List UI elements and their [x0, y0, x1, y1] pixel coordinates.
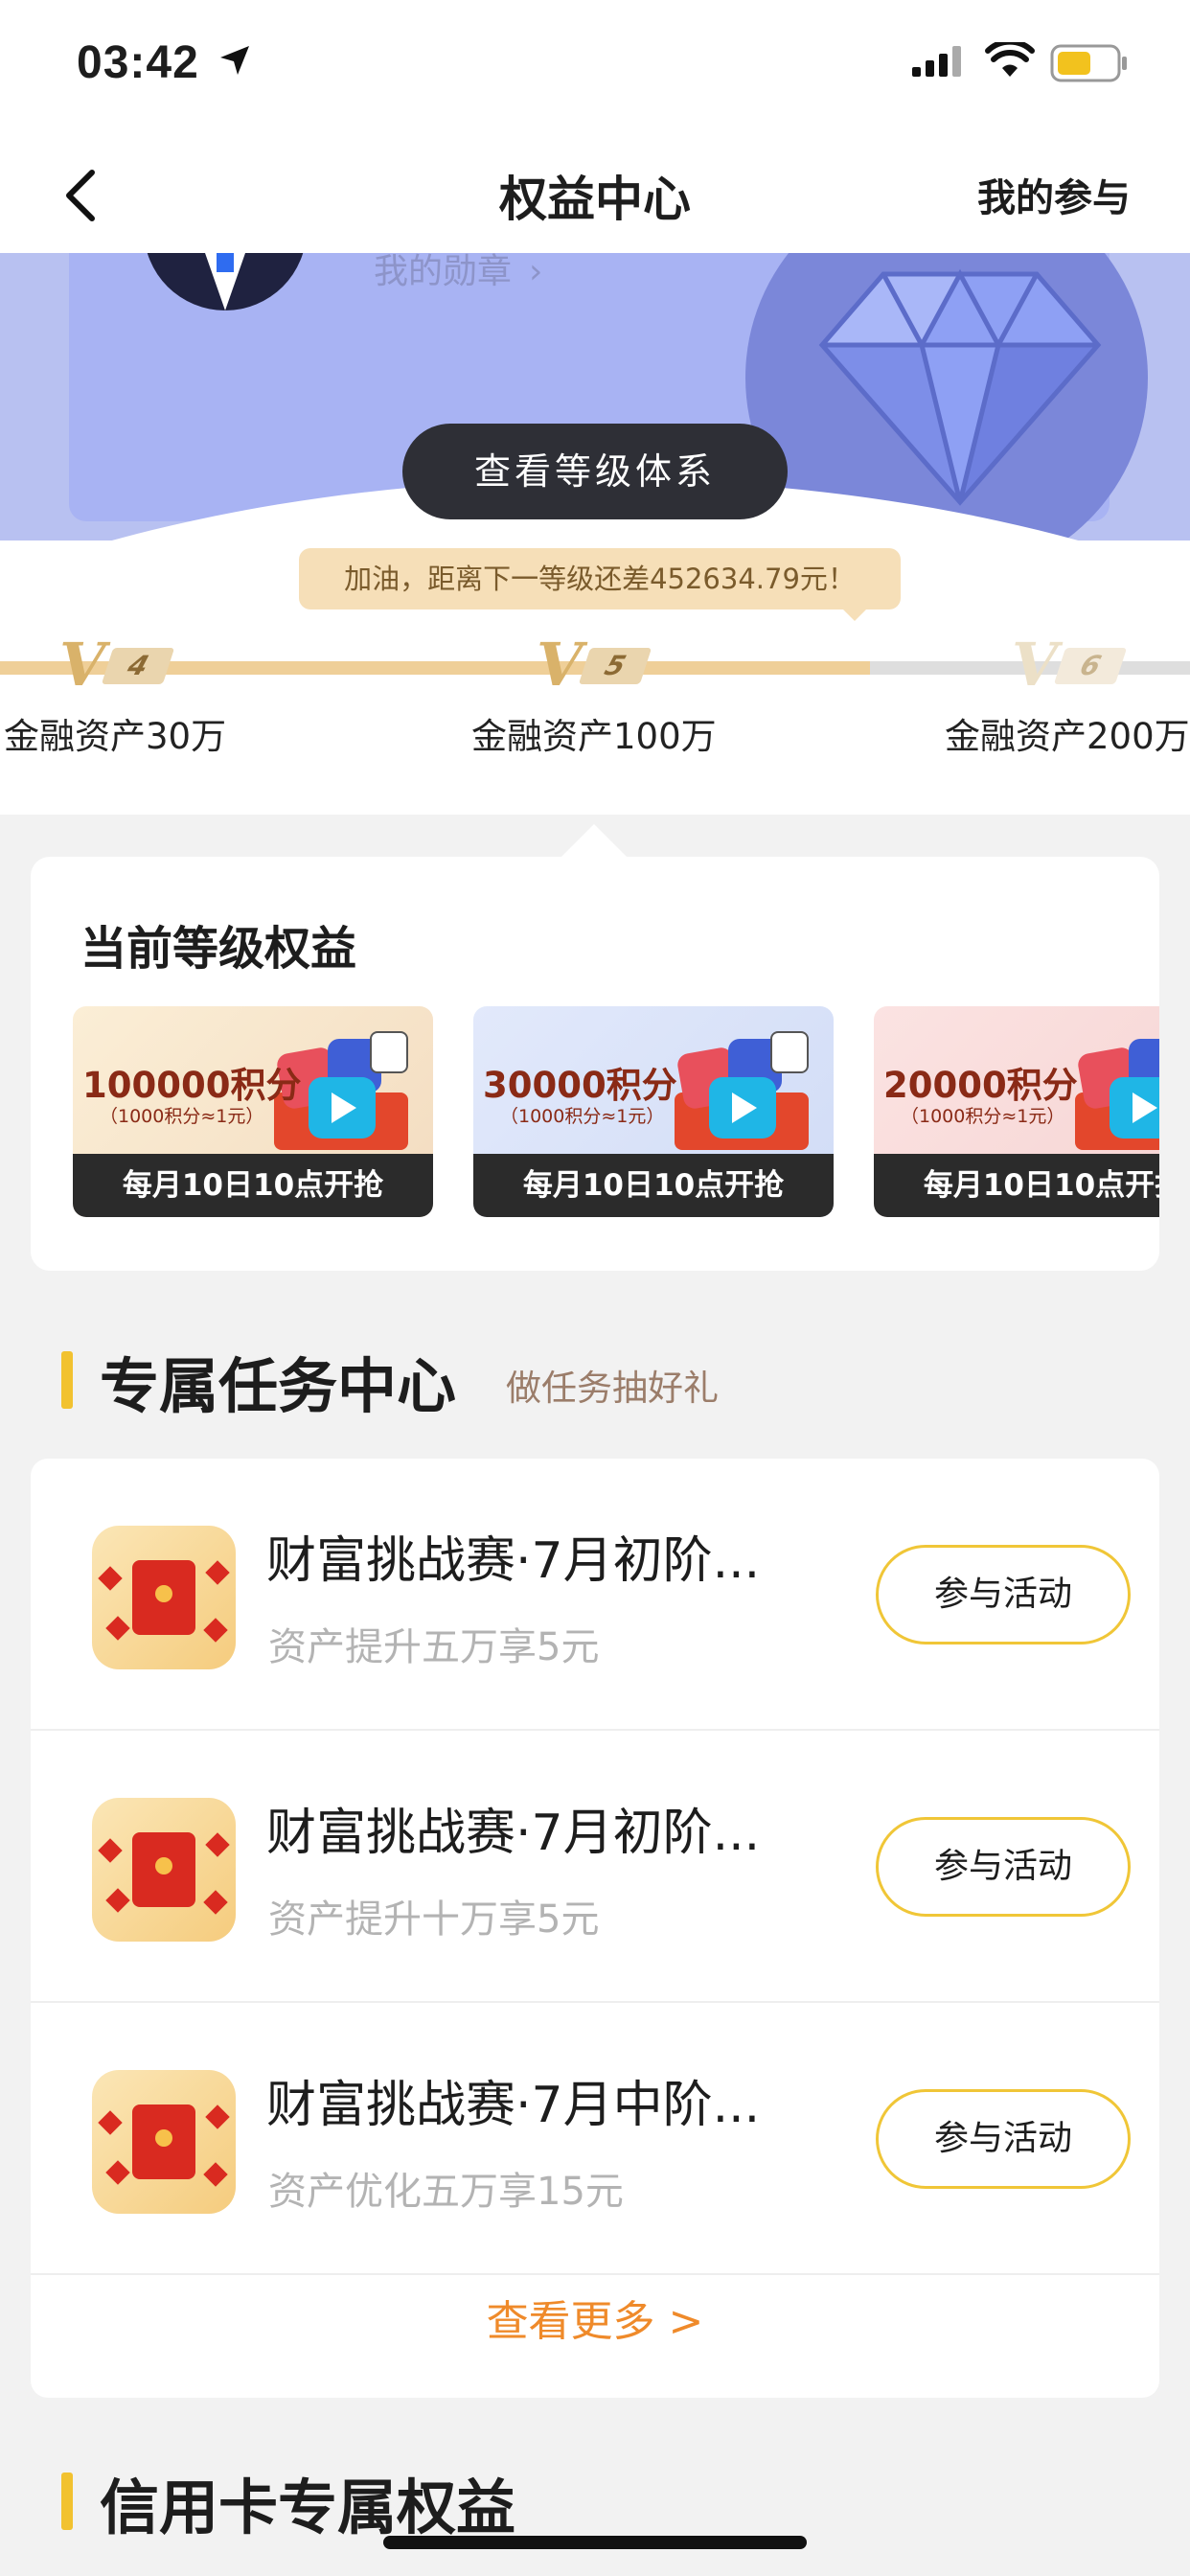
section-accent-bar [61, 1351, 73, 1409]
coupon-footer: 每月10日10点开抢 [874, 1154, 1159, 1217]
task-item[interactable]: 财富挑战赛·7月初阶... 资产提升十万享5元 参与活动 [31, 1731, 1159, 2003]
section-title: 当前等级权益 [80, 922, 357, 976]
task-desc: 资产提升十万享5元 [268, 1898, 600, 1942]
coupon-footer: 每月10日10点开抢 [473, 1154, 834, 1217]
cellular-signal-icon [912, 46, 961, 77]
section-subtitle: 做任务抽好礼 [506, 1368, 719, 1409]
section-accent-bar [61, 2472, 73, 2530]
progress-tip: 加油，距离下一等级还差452634.79元！ [299, 548, 901, 610]
home-indicator[interactable] [383, 2536, 807, 2549]
my-medal-link[interactable]: 我的勋章 › [374, 253, 542, 293]
coupon-rate: （1000积分≈1元） [500, 1106, 665, 1127]
view-level-system-button[interactable]: 查看等级体系 [402, 424, 788, 519]
points-coupon[interactable]: 30000积分 （1000积分≈1元） 每月10日10点开抢 [473, 1006, 834, 1217]
coupon-points: 30000积分 [483, 1065, 677, 1106]
level-hero: 我的勋章 › 查看等级体系 加油，距离下一等级还差452634.79元！ V4 V… [0, 253, 1190, 815]
level-badge-v6: V6 [1012, 632, 1128, 698]
section-pointer [560, 824, 629, 859]
task-desc: 资产提升五万享5元 [268, 1625, 600, 1669]
gift-bag-icon [1075, 1025, 1159, 1150]
red-envelope-icon [92, 1526, 236, 1669]
task-list: 财富挑战赛·7月初阶... 资产提升五万享5元 参与活动 财富挑战赛·7月初阶.… [31, 1459, 1159, 2398]
my-participation-link[interactable]: 我的参与 [977, 167, 1131, 222]
level-label: 金融资产200万 [945, 716, 1190, 757]
view-more-link[interactable]: 查看更多 > [31, 2287, 1159, 2348]
join-activity-button[interactable]: 参与活动 [876, 1817, 1131, 1917]
section-title: 信用卡专属权益 [100, 2472, 516, 2542]
coupon-points: 20000积分 [883, 1065, 1078, 1106]
level-badge-v5: V5 [537, 632, 652, 698]
coupon-rate: （1000积分≈1元） [100, 1106, 264, 1127]
task-item[interactable]: 财富挑战赛·7月中阶... 资产优化五万享15元 参与活动 [31, 2003, 1159, 2275]
level-label: 金融资产30万 [4, 716, 227, 757]
red-envelope-icon [92, 1798, 236, 1942]
task-name: 财富挑战赛·7月中阶... [266, 2077, 761, 2134]
level-badge-v4: V4 [59, 632, 175, 698]
task-name: 财富挑战赛·7月初阶... [266, 1805, 761, 1862]
task-name: 财富挑战赛·7月初阶... [266, 1532, 761, 1590]
red-envelope-icon [92, 2070, 236, 2214]
location-arrow-icon [220, 46, 249, 75]
coupon-points: 100000积分 [82, 1065, 302, 1106]
join-activity-button[interactable]: 参与活动 [876, 2089, 1131, 2189]
status-time: 03:42 [77, 37, 199, 88]
section-title: 专属任务中心 [100, 1351, 457, 1421]
coupon-rate: （1000积分≈1元） [901, 1106, 1065, 1127]
task-item[interactable]: 财富挑战赛·7月初阶... 资产提升五万享5元 参与活动 [31, 1459, 1159, 1731]
current-level-rights: 当前等级权益 100000积分 （1000积分≈1元） 每月10日10点开抢 3… [31, 857, 1159, 1271]
diamond-icon [818, 268, 1102, 506]
points-coupon[interactable]: 100000积分 （1000积分≈1元） 每月10日10点开抢 [73, 1006, 433, 1217]
task-desc: 资产优化五万享15元 [268, 2170, 624, 2214]
gift-bag-icon [675, 1025, 809, 1150]
medal-link-label: 我的勋章 [374, 253, 513, 291]
join-activity-button[interactable]: 参与活动 [876, 1545, 1131, 1644]
points-coupon[interactable]: 20000积分 （1000积分≈1元） 每月10日10点开抢 [874, 1006, 1159, 1217]
status-bar: 03:42 [0, 0, 1190, 134]
coupon-footer: 每月10日10点开抢 [73, 1154, 433, 1217]
wifi-icon [985, 42, 1035, 77]
battery-icon [1050, 44, 1127, 82]
nav-bar: 权益中心 我的参与 [0, 134, 1190, 253]
level-label: 金融资产100万 [471, 716, 717, 757]
chevron-right-icon: › [529, 253, 543, 291]
tip-pointer [841, 608, 868, 621]
